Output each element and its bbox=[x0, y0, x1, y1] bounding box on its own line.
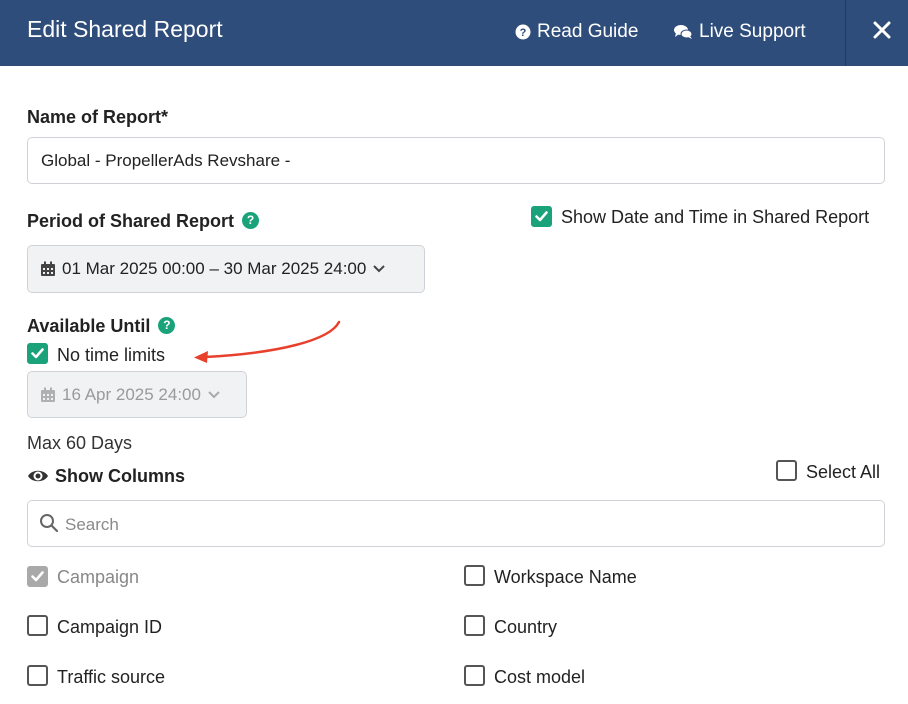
column-label-country: Country bbox=[494, 617, 558, 637]
help-icon[interactable]: ? bbox=[242, 211, 260, 229]
period-date-value: 01 Mar 2025 00:00 – 30 Mar 2025 24:00 bbox=[62, 259, 367, 278]
help-circle-icon: ? bbox=[515, 24, 531, 40]
name-label: Name of Report* bbox=[27, 107, 169, 127]
period-label: Period of Shared Report? bbox=[27, 209, 260, 233]
read-guide-link[interactable]: ? Read Guide bbox=[515, 20, 638, 44]
available-until-date-picker: 16 Apr 2025 24:00 bbox=[27, 371, 247, 418]
close-button[interactable] bbox=[862, 10, 902, 50]
show-columns-label: Show Columns bbox=[55, 466, 185, 486]
column-checkbox-country[interactable] bbox=[464, 615, 485, 636]
help-icon[interactable]: ? bbox=[158, 316, 176, 334]
search-icon bbox=[40, 514, 59, 533]
chevron-down-icon bbox=[208, 390, 220, 398]
report-name-value: Global - PropellerAds Revshare - bbox=[41, 151, 291, 170]
max-days-text: Max 60 Days bbox=[27, 433, 133, 453]
chat-bubbles-icon bbox=[674, 25, 693, 39]
live-support-link[interactable]: Live Support bbox=[673, 20, 806, 44]
modal-header: Edit Shared Report ? Read Guide Live Sup… bbox=[0, 0, 908, 66]
available-label-text: Available Until bbox=[27, 316, 151, 336]
period-date-range-picker[interactable]: 01 Mar 2025 00:00 – 30 Mar 2025 24:00 bbox=[27, 245, 425, 293]
eye-icon bbox=[28, 470, 48, 482]
available-label: Available Until? bbox=[27, 314, 176, 338]
svg-text:?: ? bbox=[520, 27, 527, 39]
check-icon bbox=[535, 211, 548, 222]
column-search-input[interactable]: Search bbox=[27, 500, 885, 547]
check-icon bbox=[31, 348, 44, 359]
show-datetime-label: Show Date and Time in Shared Report bbox=[561, 207, 870, 227]
no-time-limits-checkbox[interactable] bbox=[27, 343, 48, 364]
chevron-down-icon bbox=[373, 265, 386, 273]
no-time-limits-label: No time limits bbox=[57, 345, 166, 365]
report-name-input[interactable]: Global - PropellerAds Revshare - bbox=[27, 137, 885, 184]
available-date-value: 16 Apr 2025 24:00 bbox=[62, 384, 201, 404]
close-icon bbox=[873, 21, 891, 39]
column-checkbox-cost-model[interactable] bbox=[464, 665, 485, 686]
calendar-icon bbox=[41, 387, 55, 402]
search-placeholder: Search bbox=[65, 515, 119, 534]
column-label-traffic-source: Traffic source bbox=[57, 667, 166, 687]
period-label-text: Period of Shared Report bbox=[27, 211, 235, 231]
live-support-label: Live Support bbox=[699, 21, 806, 42]
check-icon bbox=[31, 571, 44, 582]
column-label-campaign-id: Campaign ID bbox=[57, 617, 163, 637]
column-checkbox-campaign-id[interactable] bbox=[27, 615, 48, 636]
select-all-checkbox[interactable] bbox=[776, 460, 797, 481]
header-divider bbox=[845, 0, 846, 66]
column-checkbox-traffic-source[interactable] bbox=[27, 665, 48, 686]
select-all-label: Select All bbox=[806, 462, 881, 482]
modal-title: Edit Shared Report bbox=[27, 16, 223, 42]
arrow-annotation bbox=[194, 320, 341, 363]
column-label-cost-model: Cost model bbox=[494, 667, 586, 687]
calendar-icon bbox=[41, 261, 55, 276]
column-checkbox-workspace-name[interactable] bbox=[464, 565, 485, 586]
show-columns-heading: Show Columns bbox=[27, 464, 185, 488]
column-label-campaign: Campaign bbox=[57, 567, 140, 587]
column-checkbox-campaign bbox=[27, 566, 48, 587]
read-guide-label: Read Guide bbox=[537, 21, 639, 42]
show-datetime-checkbox[interactable] bbox=[531, 206, 552, 227]
column-label-workspace-name: Workspace Name bbox=[494, 567, 637, 587]
